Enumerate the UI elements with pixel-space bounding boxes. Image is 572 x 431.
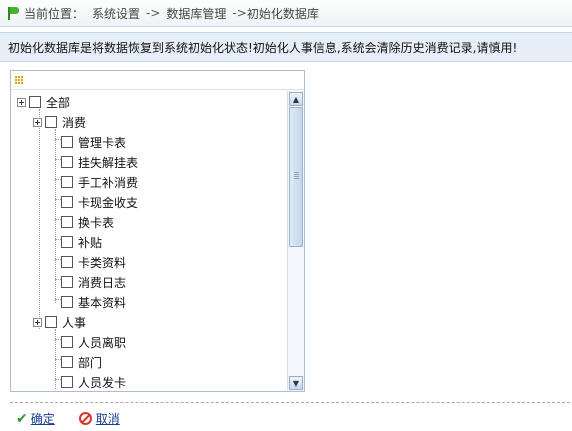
tree-label: 补贴 [78,235,103,250]
tree-label: 基本资料 [78,295,127,310]
ok-button[interactable]: ✔ 确定 [16,410,55,427]
expand-toggle[interactable] [33,317,42,327]
checkbox[interactable] [61,236,73,248]
tree-label: 人员离职 [78,335,127,350]
tree-node-card-exchange[interactable]: 换卡表 [61,213,114,231]
panel-header [11,71,304,90]
ok-label[interactable]: 确定 [31,410,55,427]
vertical-scrollbar[interactable]: ▲ ▼ [287,91,304,391]
warning-notice: 初始化数据库是将数据恢复到系统初始化状态!初始化人事信息,系统会清除历史消费记录… [0,32,572,62]
cancel-button[interactable]: 取消 [78,410,120,427]
cancel-icon [78,412,92,425]
checkbox[interactable] [61,136,73,148]
tree-node-consumption[interactable]: 消费 [33,113,86,131]
checkbox[interactable] [61,356,73,368]
tree-node-subsidy[interactable]: 补贴 [61,233,102,251]
checkbox[interactable] [61,376,73,388]
tree-node-card-management[interactable]: 管理卡表 [61,133,126,151]
tree-node-basic-data[interactable]: 基本资料 [61,293,126,311]
scroll-up-button[interactable]: ▲ [289,92,303,106]
breadcrumb-separator: -> [232,6,247,20]
checkbox[interactable] [61,336,73,348]
tree-node-manual-consumption[interactable]: 手工补消费 [61,173,138,191]
checkbox[interactable] [61,276,73,288]
tree-view: 全部 消费 管理卡表 挂失解挂表 手工补消费 卡现金收支 换卡表 补贴 卡类资料… [11,93,287,389]
tree-node-card-type[interactable]: 卡类资料 [61,253,126,271]
tree-node-all[interactable]: 全部 [17,93,70,111]
scroll-down-button[interactable]: ▼ [289,376,303,390]
checkbox[interactable] [61,296,73,308]
tree-label: 卡现金收支 [78,195,139,210]
tree-label: 消费 [62,115,87,130]
tree-label: 消费日志 [78,275,127,290]
tree-panel: 全部 消费 管理卡表 挂失解挂表 手工补消费 卡现金收支 换卡表 补贴 卡类资料… [10,70,305,392]
tree-label: 部门 [78,355,103,370]
checkbox-all[interactable] [29,96,41,108]
tree-node-personnel[interactable]: 人事 [33,313,86,331]
tree-label: 换卡表 [78,215,115,230]
expand-toggle[interactable] [17,97,26,107]
tree-node-loss-report[interactable]: 挂失解挂表 [61,153,138,171]
tree-label: 管理卡表 [78,135,127,150]
breadcrumb-item-init-db: 初始化数据库 [246,6,319,21]
tree-label: 人事 [62,315,87,330]
action-bar: ✔ 确定 取消 [16,410,144,427]
tree-node-card-issue[interactable]: 人员发卡 [61,373,126,389]
cancel-label[interactable]: 取消 [96,410,120,427]
checkbox[interactable] [61,156,73,168]
tree-label: 手工补消费 [78,175,139,190]
checkbox[interactable] [61,176,73,188]
breadcrumb-prefix: 当前位置： [24,6,85,21]
tree-node-department[interactable]: 部门 [61,353,102,371]
checkbox[interactable] [61,196,73,208]
checkbox-consumption[interactable] [45,116,57,128]
checkbox-personnel[interactable] [45,316,57,328]
grid-icon [15,76,24,85]
expand-toggle[interactable] [33,117,42,127]
scroll-thumb[interactable] [289,107,303,247]
tree-node-consumption-log[interactable]: 消费日志 [61,273,126,291]
tree-node-resignation[interactable]: 人员离职 [61,333,126,351]
breadcrumb-item-db-management: 数据库管理 [166,6,227,21]
check-icon: ✔ [16,410,28,427]
breadcrumb: 当前位置： 系统设置 -> 数据库管理 -> 初始化数据库 [0,0,572,27]
tree-label: 全部 [46,95,71,110]
flag-icon [6,6,20,20]
tree-label: 人员发卡 [78,375,127,390]
tree-node-card-cash[interactable]: 卡现金收支 [61,193,138,211]
notice-text: 初始化数据库是将数据恢复到系统初始化状态!初始化人事信息,系统会清除历史消费记录… [8,40,518,55]
checkbox[interactable] [61,256,73,268]
tree-label: 挂失解挂表 [78,155,139,170]
checkbox[interactable] [61,216,73,228]
divider [10,402,570,403]
tree-label: 卡类资料 [78,255,127,270]
breadcrumb-separator: -> [146,6,161,20]
breadcrumb-item-system-settings: 系统设置 [92,6,141,21]
